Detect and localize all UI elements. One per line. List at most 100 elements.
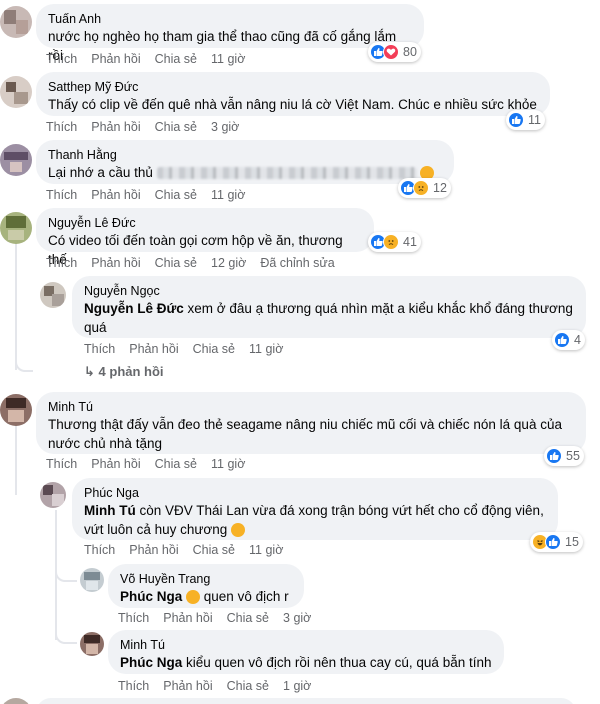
mention-tag[interactable]: Phúc Nga bbox=[120, 589, 182, 604]
comment-text: kiểu quen vô địch rồi nên thua cay cú, q… bbox=[182, 655, 492, 670]
reaction-summary[interactable]: 4 bbox=[552, 330, 585, 350]
avatar[interactable] bbox=[80, 568, 104, 592]
reply-button[interactable]: Phản hồi bbox=[91, 457, 140, 471]
timestamp[interactable]: 11 giờ bbox=[211, 52, 245, 66]
reaction-summary[interactable]: 55 bbox=[544, 446, 584, 466]
timestamp[interactable]: 11 giờ bbox=[211, 457, 245, 471]
reply-button[interactable]: Phản hồi bbox=[91, 188, 140, 202]
comment-actions: Thích Phản hồi Chia sẻ 11 giờ bbox=[46, 188, 259, 202]
comment-bubble: Võ Huyền Trang Phúc Nga quen vô địch r bbox=[108, 564, 304, 608]
mention-tag[interactable]: Phúc Nga bbox=[120, 655, 182, 670]
reply-button[interactable]: Phản hồi bbox=[163, 679, 212, 693]
avatar[interactable] bbox=[0, 144, 32, 176]
comment-bubble: Nguyễn Ngọc Nguyễn Lê Đức xem ở đâu ạ th… bbox=[72, 276, 586, 338]
share-button[interactable]: Chia sẻ bbox=[155, 256, 197, 270]
share-button[interactable]: Chia sẻ bbox=[227, 611, 269, 625]
comment-text: quen vô địch r bbox=[200, 589, 289, 604]
avatar[interactable] bbox=[0, 76, 32, 108]
reply-button[interactable]: Phản hồi bbox=[129, 342, 178, 356]
like-button[interactable]: Thích bbox=[46, 256, 77, 270]
like-button[interactable]: Thích bbox=[118, 611, 149, 625]
like-button[interactable]: Thích bbox=[46, 52, 77, 66]
share-button[interactable]: Chia sẻ bbox=[155, 120, 197, 134]
share-button[interactable]: Chia sẻ bbox=[155, 52, 197, 66]
reaction-count: 12 bbox=[433, 181, 447, 195]
like-button[interactable]: Thích bbox=[46, 188, 77, 202]
comment-author[interactable]: Võ Huyền Trang bbox=[120, 571, 292, 587]
reaction-count: 4 bbox=[574, 333, 581, 347]
comment-text-line2: quá bbox=[84, 320, 107, 335]
comment-author[interactable]: Phúc Nga bbox=[84, 485, 546, 501]
comment-bubble: Minh Tú Thương thật đấy vẫn đeo thẻ seag… bbox=[36, 392, 586, 454]
comment-author[interactable]: Thanh Hằng bbox=[48, 147, 442, 163]
timestamp[interactable]: 3 giờ bbox=[211, 120, 239, 134]
comment-author[interactable]: Minh Tú bbox=[120, 637, 492, 653]
comment-text-line2: vứt luôn cả huy chương bbox=[84, 522, 228, 537]
timestamp[interactable]: 11 giờ bbox=[211, 188, 245, 202]
share-button[interactable]: Chia sẻ bbox=[155, 188, 197, 202]
love-reaction-icon bbox=[383, 44, 399, 60]
comment-author[interactable]: Satthep Mỹ Đức bbox=[48, 79, 538, 95]
like-button[interactable]: Thích bbox=[118, 679, 149, 693]
reaction-summary[interactable]: 41 bbox=[368, 232, 421, 252]
edited-label[interactable]: Đã chỉnh sửa bbox=[260, 256, 334, 270]
timestamp[interactable]: 1 giờ bbox=[283, 679, 311, 693]
reaction-summary[interactable]: 12 bbox=[398, 178, 451, 198]
comment-bubble: Phúc Nga Minh Tú còn VĐV Thái Lan vừa đá… bbox=[72, 478, 558, 540]
reaction-summary[interactable]: 11 bbox=[506, 110, 545, 130]
comment-actions: Thích Phản hồi Chia sẻ 12 giờ Đã chỉnh sửa bbox=[46, 256, 349, 270]
comment-author[interactable]: Minh Tú bbox=[48, 399, 574, 415]
like-button[interactable]: Thích bbox=[84, 342, 115, 356]
share-button[interactable]: Chia sẻ bbox=[155, 457, 197, 471]
avatar[interactable] bbox=[40, 282, 66, 308]
reply-button[interactable]: Phản hồi bbox=[129, 543, 178, 557]
like-reaction-icon bbox=[554, 332, 570, 348]
mention-tag[interactable]: Minh Tú bbox=[84, 503, 136, 518]
comment-bubble bbox=[36, 698, 576, 704]
avatar[interactable] bbox=[0, 212, 32, 244]
comment-actions: Thích Phản hồi Chia sẻ 1 giờ bbox=[118, 679, 325, 693]
avatar[interactable] bbox=[0, 6, 32, 38]
comment-author[interactable]: Nguyễn Lê Đức bbox=[48, 215, 362, 231]
share-button[interactable]: Chia sẻ bbox=[227, 679, 269, 693]
mention-tag[interactable]: Nguyễn Lê Đức bbox=[84, 301, 184, 316]
reply-button[interactable]: Phản hồi bbox=[91, 256, 140, 270]
comment-actions: Thích Phản hồi Chia sẻ 11 giờ bbox=[84, 342, 297, 356]
reaction-summary[interactable]: 15 bbox=[530, 532, 583, 552]
avatar[interactable] bbox=[80, 632, 104, 656]
comment-text-line2: nước chủ nhà tặng bbox=[48, 436, 162, 451]
comment-actions: Thích Phản hồi Chia sẻ 3 giờ bbox=[118, 611, 325, 625]
view-replies-label: 4 phản hồi bbox=[98, 364, 164, 379]
reaction-count: 41 bbox=[403, 235, 417, 249]
blurred-content bbox=[156, 167, 417, 180]
comment-author[interactable]: Tuấn Anh bbox=[48, 11, 412, 27]
comment-text: Thấy có clip về đến quê nhà vẫn nâng niu… bbox=[48, 97, 537, 112]
timestamp[interactable]: 11 giờ bbox=[249, 543, 283, 557]
comment-actions: Thích Phản hồi Chia sẻ 11 giờ bbox=[84, 543, 297, 557]
comment-author[interactable]: Nguyễn Ngọc bbox=[84, 283, 574, 299]
view-replies-link[interactable]: ↳ 4 phản hồi bbox=[84, 364, 164, 380]
comment-bubble: Thanh Hằng Lại nhớ a cầu thủ bbox=[36, 140, 454, 184]
reaction-count: 80 bbox=[403, 45, 417, 59]
like-button[interactable]: Thích bbox=[46, 457, 77, 471]
reply-button[interactable]: Phản hồi bbox=[91, 52, 140, 66]
avatar[interactable] bbox=[40, 482, 66, 508]
share-button[interactable]: Chia sẻ bbox=[193, 342, 235, 356]
sad-reaction-icon bbox=[413, 180, 429, 196]
reply-button[interactable]: Phản hồi bbox=[163, 611, 212, 625]
reply-arrow-icon: ↳ bbox=[84, 364, 95, 379]
like-button[interactable]: Thích bbox=[46, 120, 77, 134]
share-button[interactable]: Chia sẻ bbox=[193, 543, 235, 557]
timestamp[interactable]: 11 giờ bbox=[249, 342, 283, 356]
avatar[interactable] bbox=[0, 394, 32, 426]
avatar[interactable] bbox=[0, 698, 32, 704]
thread-curve bbox=[15, 340, 33, 372]
reaction-summary[interactable]: 80 bbox=[368, 42, 421, 62]
reply-button[interactable]: Phản hồi bbox=[91, 120, 140, 134]
like-button[interactable]: Thích bbox=[84, 543, 115, 557]
comment-bubble: Nguyễn Lê Đức Có video tối đến toàn gọi … bbox=[36, 208, 374, 267]
timestamp[interactable]: 12 giờ bbox=[211, 256, 246, 270]
thread-line bbox=[15, 420, 17, 495]
timestamp[interactable]: 3 giờ bbox=[283, 611, 311, 625]
comment-actions: Thích Phản hồi Chia sẻ 11 giờ bbox=[46, 457, 259, 471]
